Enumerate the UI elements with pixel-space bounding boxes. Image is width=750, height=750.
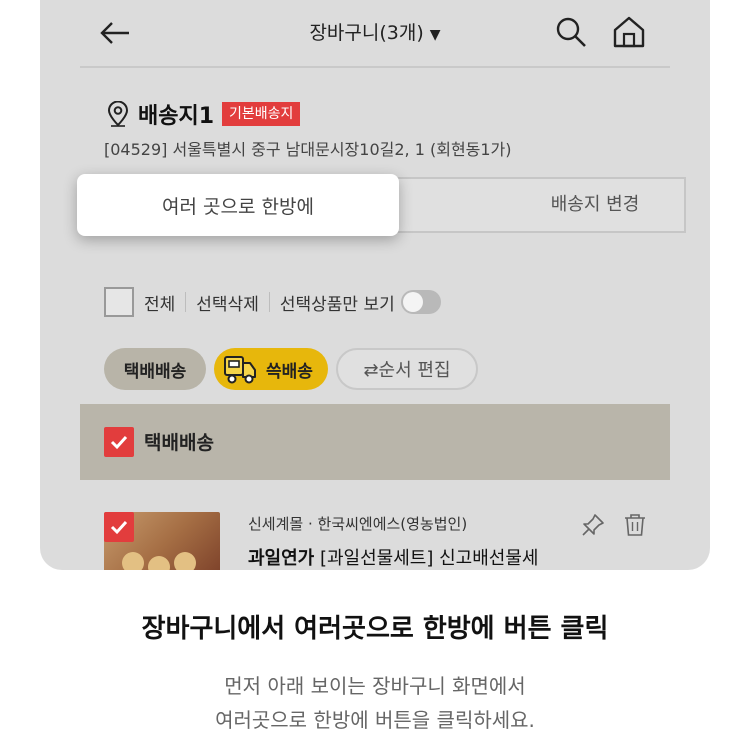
item-checkbox[interactable] (104, 512, 134, 542)
ssg-delivery-label: 쓱배송 (266, 361, 313, 382)
cart-item: 신세계몰 · 한국씨엔에스(영농법인) 과일연가 [과일선물세트] 신고배선물세 (80, 500, 670, 570)
pear-shape (174, 552, 196, 570)
ssg-delivery-chip[interactable]: 쓱배송 (214, 348, 328, 390)
section-title: 택배배송 (144, 432, 214, 454)
home-icon[interactable] (611, 14, 647, 50)
divider (268, 292, 270, 312)
delete-selected-button[interactable]: 선택삭제 (196, 290, 259, 315)
change-address-label: 배송지 변경 (550, 194, 640, 215)
pear-shape (148, 556, 170, 570)
instruction-line-1: 먼저 아래 보이는 장바구니 화면에서 (224, 674, 526, 698)
checkmark-icon (110, 435, 128, 450)
section-checkbox[interactable] (104, 427, 134, 457)
trash-icon[interactable] (622, 512, 648, 538)
show-selected-only-toggle[interactable] (400, 290, 441, 314)
parcel-delivery-chip[interactable]: 택배배송 (104, 348, 206, 390)
instruction-line-2: 여러곳으로 한방에 버튼을 클릭하세요. (215, 708, 535, 732)
toggle-knob (402, 292, 423, 312)
selection-toolbar: 전체 선택삭제 선택상품만 보기 (104, 285, 441, 319)
address-header: 배송지1 기본배송지 (106, 98, 301, 130)
app-screen: 장바구니(3개) ▼ 배송지1 기본배송지 [04529] 서울특별시 중구 남대… (40, 0, 710, 570)
edit-order-chip[interactable]: ⇄순서 편집 (336, 348, 478, 390)
top-navigation-bar: 장바구니(3개) ▼ (80, 0, 670, 68)
instruction-headline: 장바구니에서 여러곳으로 한방에 버튼 클릭 (141, 614, 609, 644)
checkmark-icon (110, 520, 128, 535)
parcel-section-header: 택배배송 (80, 404, 670, 480)
select-all-checkbox[interactable] (104, 287, 134, 317)
show-selected-only-label: 선택상품만 보기 (279, 294, 395, 315)
select-all-label[interactable]: 전체 (144, 290, 175, 315)
default-address-badge: 기본배송지 (222, 102, 301, 126)
pear-shape (122, 552, 144, 570)
location-pin-icon (107, 101, 129, 127)
multi-delivery-button[interactable]: 여러 곳으로 한방에 (77, 174, 399, 236)
delivery-truck-icon (224, 356, 256, 384)
seller-name[interactable]: 신세계몰 · 한국씨엔에스(영농법인) (248, 513, 467, 534)
pin-icon[interactable] (580, 512, 606, 538)
product-brand: 과일연가 (248, 548, 315, 569)
dropdown-arrow-icon: ▼ (429, 27, 441, 43)
address-name: 배송지1 (138, 104, 215, 129)
delivery-type-chips: 택배배송 쓱배송 ⇄순서 편집 (104, 348, 478, 390)
divider (185, 292, 187, 312)
search-icon[interactable] (554, 15, 588, 49)
cart-content: 장바구니(3개) ▼ 배송지1 기본배송지 [04529] 서울특별시 중구 남대… (77, 0, 686, 570)
full-address: [04529] 서울특별시 중구 남대문시장10길2, 1 (회현동1가) (104, 140, 512, 159)
cart-title: 장바구니(3개) (309, 22, 424, 44)
product-title: [과일선물세트] 신고배선물세 (314, 548, 539, 569)
product-name[interactable]: 과일연가 [과일선물세트] 신고배선물세 (248, 544, 538, 570)
